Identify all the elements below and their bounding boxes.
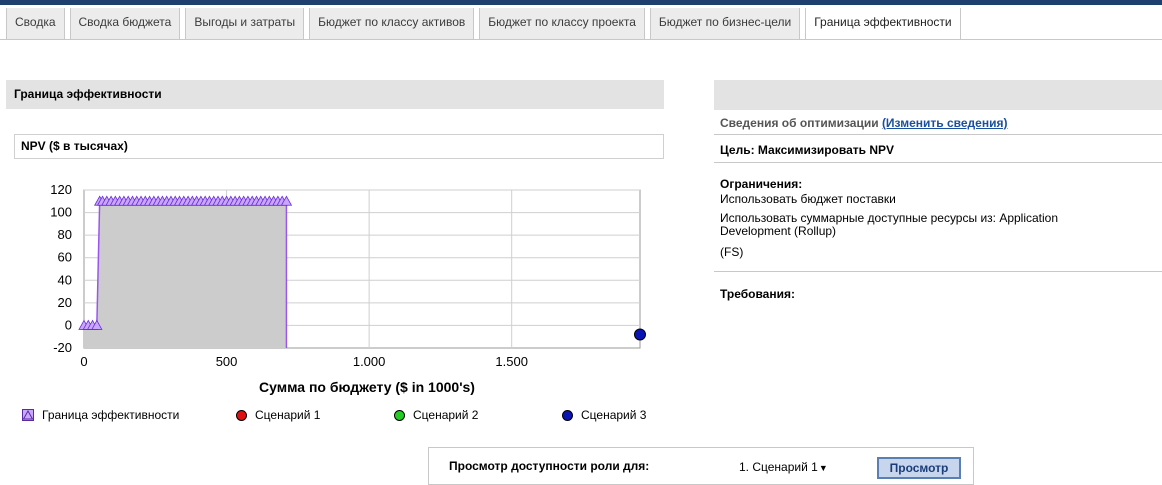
role-availability-label: Просмотр доступности роли для: [449, 459, 650, 473]
x-tick-label: 1.500 [495, 354, 528, 369]
y-tick-label: 0 [65, 317, 72, 332]
constraint-item: Development (Rollup) [720, 224, 837, 238]
chevron-down-icon: ▼ [818, 463, 828, 473]
legend-label: Сценарий 1 [255, 408, 321, 422]
role-availability-bar: Просмотр доступности роли для: 1. Сценар… [428, 447, 974, 485]
y-tick-label: 20 [58, 295, 72, 310]
tab-bar: Сводка Сводка бюджета Выгоды и затраты Б… [6, 8, 966, 40]
tab-efficient-frontier[interactable]: Граница эффективности [805, 8, 961, 40]
section-title: Граница эффективности [6, 80, 664, 109]
divider [714, 271, 1162, 272]
divider [714, 134, 1162, 135]
scenario-select[interactable]: 1. Сценарий 1▼ [736, 457, 851, 478]
y-tick-label: -20 [53, 340, 72, 355]
tab-budget-by-asset-class[interactable]: Бюджет по классу активов [309, 8, 475, 40]
legend-label: Граница эффективности [42, 408, 180, 422]
tab-budget-by-business-goal[interactable]: Бюджет по бизнес-цели [649, 8, 801, 40]
tab-summary[interactable]: Сводка [6, 8, 65, 40]
legend-label: Сценарий 3 [581, 408, 647, 422]
legend-item-scenario-3: Сценарий 3 [562, 408, 646, 422]
y-tick-label: 40 [58, 272, 72, 287]
constraint-item: (FS) [720, 245, 744, 259]
right-panel-header [714, 80, 1162, 110]
green-circle-icon [394, 409, 405, 421]
scenario-select-value: 1. Сценарий 1 [739, 460, 818, 474]
tabs-divider [0, 39, 1162, 40]
x-tick-label: 500 [216, 354, 238, 369]
x-tick-label: 0 [80, 354, 87, 369]
y-tick-label: 80 [58, 227, 72, 242]
y-tick-label: 120 [50, 182, 72, 197]
tab-benefits-costs[interactable]: Выгоды и затраты [185, 8, 305, 40]
blue-circle-icon [562, 409, 573, 421]
goal-text: Цель: Максимизировать NPV [720, 143, 895, 157]
y-tick-label: 60 [58, 250, 72, 265]
frontier-area [84, 201, 287, 348]
npv-label: NPV ($ в тысячах) [14, 134, 664, 159]
divider [714, 162, 1162, 163]
constraint-item: Использовать бюджет поставки [720, 192, 896, 206]
legend-item-scenario-1: Сценарий 1 [236, 408, 320, 422]
tab-budget-by-project-class[interactable]: Бюджет по классу проекта [479, 8, 645, 40]
change-details-link[interactable]: (Изменить сведения) [882, 116, 1008, 130]
top-accent-bar [0, 0, 1162, 5]
constraint-item: Использовать суммарные доступные ресурсы… [720, 211, 1059, 225]
x-tick-label: 1.000 [353, 354, 386, 369]
y-tick-label: 100 [50, 205, 72, 220]
optimization-info: Сведения об оптимизации (Изменить сведен… [720, 116, 1007, 130]
optimization-info-label: Сведения об оптимизации [720, 116, 879, 130]
constraints-title: Ограничения: [720, 177, 803, 191]
legend-item-scenario-2: Сценарий 2 [394, 408, 478, 422]
legend-item-frontier: Граница эффективности [22, 408, 179, 422]
scenario-3-point [634, 328, 646, 341]
triangle-icon [22, 409, 34, 421]
red-circle-icon [236, 409, 247, 421]
view-button[interactable]: Просмотр [877, 457, 961, 479]
x-axis-label: Сумма по бюджету ($ in 1000's) [259, 379, 475, 395]
legend-label: Сценарий 2 [413, 408, 479, 422]
requirements-title: Требования: [720, 287, 795, 301]
tab-budget-summary[interactable]: Сводка бюджета [69, 8, 181, 40]
efficient-frontier-chart: 120 100 80 60 40 20 0 -20 0 500 1.000 1.500 Сумма … [50, 182, 646, 395]
